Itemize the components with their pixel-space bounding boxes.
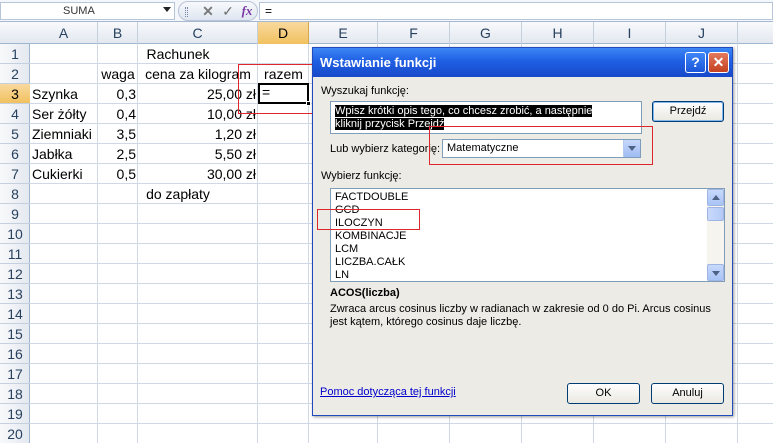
column-header-j[interactable]: J [666, 22, 738, 44]
item-name[interactable]: Ser żółty [32, 104, 98, 124]
row-header[interactable]: 17 [0, 364, 30, 384]
item-weight[interactable]: 0,4 [98, 104, 136, 124]
highlight-box [238, 64, 323, 114]
list-item[interactable]: LN [335, 269, 349, 282]
highlight-box [317, 209, 420, 230]
scroll-down-icon[interactable] [707, 264, 724, 281]
list-item[interactable]: LCM [335, 243, 358, 256]
go-button[interactable]: Przejdź [652, 101, 724, 122]
row-header[interactable]: 20 [0, 424, 30, 443]
chevron-down-icon[interactable] [163, 7, 171, 12]
ok-button[interactable]: OK [567, 383, 640, 404]
column-header-i[interactable]: I [594, 22, 666, 44]
row-header[interactable]: 18 [0, 384, 30, 404]
row-headers: 1 2 3 4 5 6 7 8 9 10 11 12 13 14 15 16 1… [0, 44, 30, 443]
formula-value: = [265, 4, 273, 18]
row-header[interactable]: 8 [0, 184, 30, 204]
row-header[interactable]: 11 [0, 244, 30, 264]
sheet-title[interactable]: Rachunek [98, 44, 258, 64]
row-header[interactable]: 2 [0, 64, 30, 84]
formula-input[interactable]: = [259, 2, 773, 20]
function-description: Zwraca arcus cosinus liczby w radianach … [330, 303, 711, 328]
insert-function-dialog: Wstawianie funkcji ? ✕ Wyszukaj funkcję:… [312, 47, 733, 416]
row-header[interactable]: 3 [0, 84, 30, 104]
help-button[interactable]: ? [685, 52, 706, 73]
item-weight[interactable]: 3,5 [98, 124, 136, 144]
row-header[interactable]: 10 [0, 224, 30, 244]
header-weight[interactable]: waga [98, 64, 138, 84]
item-weight[interactable]: 0,3 [98, 84, 136, 104]
function-list[interactable]: FACTDOUBLE GCD ILOCZYN KOMBINACJE LCM LI… [330, 188, 725, 282]
name-box-value: SUMA [63, 5, 95, 17]
row-header[interactable]: 6 [0, 144, 30, 164]
item-price[interactable]: 30,00 zł [138, 164, 256, 184]
total-label[interactable]: do zapłaty [98, 184, 258, 204]
row-header[interactable]: 9 [0, 204, 30, 224]
dialog-title: Wstawianie funkcji [320, 55, 437, 70]
dialog-titlebar[interactable]: Wstawianie funkcji ? ✕ [313, 48, 732, 77]
insert-function-icon[interactable]: fx [238, 2, 256, 20]
item-price[interactable]: 5,50 zł [138, 144, 256, 164]
column-header-d[interactable]: D [258, 22, 309, 44]
grid-line [737, 44, 738, 443]
highlight-box [429, 126, 653, 165]
row-header[interactable]: 5 [0, 124, 30, 144]
column-header-c[interactable]: C [138, 22, 258, 44]
row-header[interactable]: 1 [0, 44, 30, 64]
list-item[interactable]: FACTDOUBLE [335, 191, 408, 204]
column-header-f[interactable]: F [378, 22, 450, 44]
search-label: Wyszukaj funkcję: [321, 85, 409, 97]
item-name[interactable]: Szynka [32, 84, 98, 104]
row-header[interactable]: 4 [0, 104, 30, 124]
cancel-formula-icon[interactable]: ✕ [199, 2, 217, 20]
close-button[interactable]: ✕ [708, 52, 729, 73]
column-headers: A B C D E F G H I J [0, 22, 773, 44]
scrollbar[interactable] [707, 189, 724, 281]
row-header[interactable]: 16 [0, 344, 30, 364]
item-weight[interactable]: 0,5 [98, 164, 136, 184]
scroll-thumb[interactable] [707, 207, 724, 221]
formula-buttons: ✕ ✓ fx [178, 1, 258, 21]
column-header-h[interactable]: H [522, 22, 594, 44]
row-header[interactable]: 14 [0, 304, 30, 324]
column-header-a[interactable]: A [30, 22, 98, 44]
formula-bar: SUMA ✕ ✓ fx = [0, 0, 773, 22]
cancel-button[interactable]: Anuluj [651, 383, 724, 404]
function-signature: ACOS(liczba) [330, 287, 400, 299]
column-header-e[interactable]: E [309, 22, 378, 44]
category-label: Lub wybierz kategorię: [330, 143, 441, 155]
row-header[interactable]: 13 [0, 284, 30, 304]
grip-icon [185, 7, 188, 17]
column-header-g[interactable]: G [450, 22, 522, 44]
item-price[interactable]: 1,20 zł [138, 124, 256, 144]
list-item[interactable]: KOMBINACJE [335, 230, 407, 243]
row-header[interactable]: 15 [0, 324, 30, 344]
enter-formula-icon[interactable]: ✓ [219, 2, 237, 20]
item-name[interactable]: Jabłka [32, 144, 98, 164]
item-weight[interactable]: 2,5 [98, 144, 136, 164]
row-header[interactable]: 7 [0, 164, 30, 184]
column-header-b[interactable]: B [98, 22, 138, 44]
row-header[interactable]: 19 [0, 404, 30, 424]
name-box[interactable]: SUMA [0, 2, 175, 20]
scroll-up-icon[interactable] [707, 189, 724, 206]
function-help-link[interactable]: Pomoc dotycząca tej funkcji [320, 386, 456, 398]
list-item[interactable]: LICZBA.CAŁK [335, 256, 405, 269]
functions-label: Wybierz funkcję: [321, 170, 402, 182]
row-header[interactable]: 12 [0, 264, 30, 284]
item-name[interactable]: Ziemniaki [32, 124, 98, 144]
item-name[interactable]: Cukierki [32, 164, 98, 184]
